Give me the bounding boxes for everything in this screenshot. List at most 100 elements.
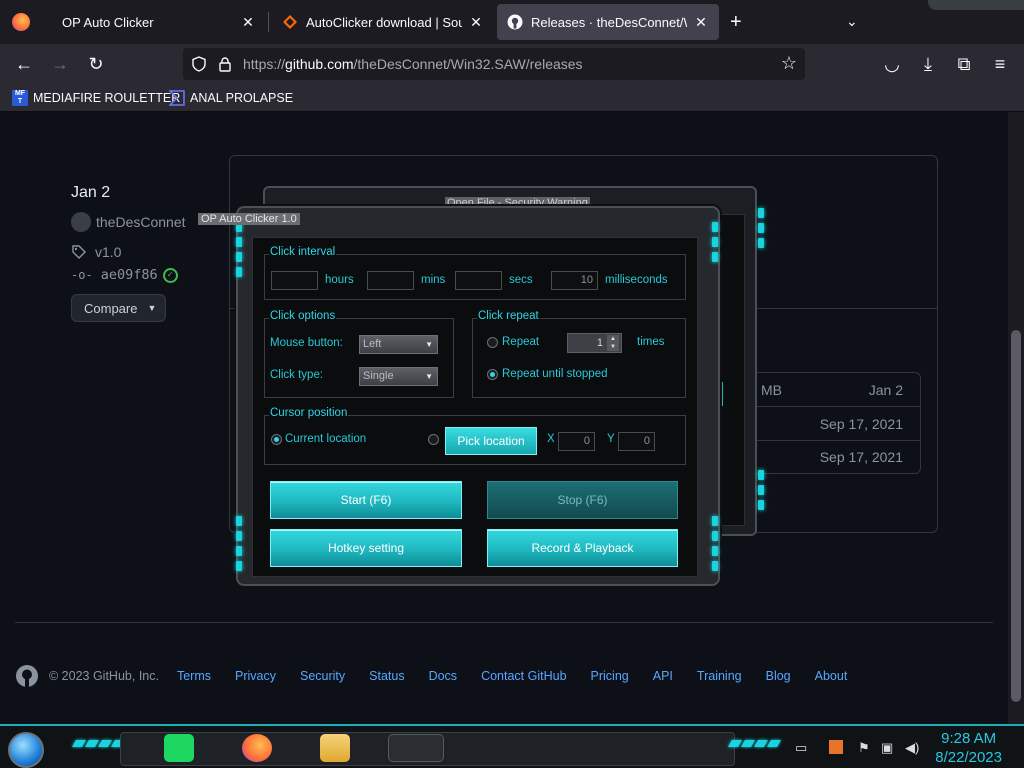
- page-scrollbar[interactable]: [1008, 112, 1024, 724]
- firefox-logo-icon[interactable]: [12, 13, 30, 31]
- file-explorer-icon[interactable]: [320, 734, 350, 762]
- reload-icon[interactable]: ↻: [84, 52, 108, 76]
- footer-link-status[interactable]: Status: [369, 669, 404, 683]
- footer-divider: [15, 622, 993, 623]
- new-tab-icon[interactable]: +: [730, 11, 742, 34]
- asset-date: Sep 17, 2021: [819, 416, 903, 432]
- release-author[interactable]: theDesConnet: [71, 212, 186, 232]
- footer-link-privacy[interactable]: Privacy: [235, 669, 276, 683]
- close-icon[interactable]: ✕: [240, 14, 256, 31]
- led-strip: [71, 740, 126, 747]
- led-strip: [727, 740, 782, 747]
- click-type-value: Single: [363, 370, 394, 382]
- compare-label: Compare: [84, 300, 138, 316]
- repeat-until-stopped-radio[interactable]: [487, 369, 498, 380]
- compare-button[interactable]: Compare ▼: [71, 294, 166, 322]
- start-orb-icon[interactable]: [8, 732, 44, 768]
- mins-input[interactable]: [367, 271, 414, 290]
- hamburger-menu-icon[interactable]: ≡: [988, 52, 1012, 76]
- stop-button[interactable]: Stop (F6): [487, 481, 678, 519]
- led-strip: [236, 516, 242, 571]
- footer-link-terms[interactable]: Terms: [177, 669, 211, 683]
- hours-label: hours: [325, 274, 354, 286]
- github-logo-icon[interactable]: [15, 664, 39, 688]
- footer-link-about[interactable]: About: [815, 669, 848, 683]
- avatar[interactable]: [71, 212, 91, 232]
- footer-copyright: © 2023 GitHub, Inc.: [49, 669, 159, 683]
- pocket-icon[interactable]: ◡: [880, 52, 904, 76]
- forward-arrow-icon[interactable]: →: [48, 52, 72, 76]
- click-type-select[interactable]: Single ▼: [359, 367, 438, 386]
- tab-github-releases[interactable]: Releases · theDesConnet/Win32 ✕: [497, 4, 719, 40]
- author-name[interactable]: theDesConnet: [96, 214, 186, 230]
- asset-date: Sep 17, 2021: [819, 449, 903, 465]
- milliseconds-input[interactable]: 10: [551, 271, 598, 290]
- commit-sha: ae09f86: [100, 267, 158, 283]
- bookmark-mediafire-rouletter[interactable]: MF T MEDIAFIRE ROULETTER: [12, 90, 180, 106]
- led-strip: [758, 470, 764, 510]
- bookmark-label: ANAL PROLAPSE: [190, 91, 294, 105]
- shield-icon[interactable]: [191, 56, 207, 72]
- footer-link-training[interactable]: Training: [697, 669, 742, 683]
- led-strip: [712, 222, 718, 262]
- footer-link-blog[interactable]: Blog: [766, 669, 791, 683]
- sourceforge-icon: [283, 15, 297, 29]
- footer-link-security[interactable]: Security: [300, 669, 345, 683]
- extensions-puzzle-icon[interactable]: ⧉: [952, 52, 976, 76]
- secs-input[interactable]: [455, 271, 502, 290]
- tab-op-auto-clicker[interactable]: OP Auto Clicker ✕: [52, 4, 266, 40]
- url-bar[interactable]: https://github.com/theDesConnet/Win32.SA…: [183, 48, 805, 80]
- x-coordinate-input[interactable]: 0: [558, 432, 595, 451]
- spotify-icon[interactable]: [164, 734, 194, 762]
- window-title: OP Auto Clicker 1.0: [198, 213, 300, 225]
- bookmark-anal-prolapse[interactable]: ANAL PROLAPSE: [169, 90, 293, 106]
- lock-icon[interactable]: [218, 56, 232, 72]
- bookmark-star-icon[interactable]: ☆: [781, 53, 797, 74]
- hotkey-setting-button[interactable]: Hotkey setting: [270, 529, 462, 567]
- times-label: times: [637, 336, 665, 348]
- firefox-icon[interactable]: [242, 734, 272, 762]
- verified-check-icon[interactable]: ✓: [162, 267, 178, 283]
- back-arrow-icon[interactable]: ←: [12, 52, 36, 76]
- footer-link-pricing[interactable]: Pricing: [591, 669, 629, 683]
- url-path: /theDesConnet/Win32.SAW/releases: [353, 56, 583, 72]
- close-icon[interactable]: ✕: [468, 14, 484, 31]
- pick-location-radio[interactable]: [428, 434, 439, 445]
- app-tray-icon[interactable]: [829, 740, 843, 754]
- tab-autoclicker-sourceforge[interactable]: AutoClicker download | SourceF ✕: [272, 4, 494, 40]
- tab-list-chevron-down-icon[interactable]: ⌄: [846, 13, 858, 30]
- asset-size: MB: [761, 382, 782, 398]
- close-icon[interactable]: ✕: [693, 14, 709, 31]
- stepper-up-icon[interactable]: ▲: [607, 335, 619, 343]
- footer-link-api[interactable]: API: [653, 669, 673, 683]
- repeat-radio[interactable]: [487, 337, 498, 348]
- current-location-radio[interactable]: [271, 434, 282, 445]
- release-commit[interactable]: -o- ae09f86 ✓: [71, 267, 178, 283]
- pick-location-button[interactable]: Pick location: [445, 427, 537, 455]
- system-clock[interactable]: 9:28 AM 8/22/2023: [935, 729, 1002, 767]
- footer-link-contact[interactable]: Contact GitHub: [481, 669, 566, 683]
- mouse-button-select[interactable]: Left ▼: [359, 335, 438, 354]
- url-text[interactable]: https://github.com/theDesConnet/Win32.SA…: [243, 56, 583, 72]
- downloads-icon[interactable]: ⤓: [916, 52, 940, 76]
- bookmark-page-icon: [169, 90, 185, 106]
- keyboard-icon[interactable]: ▭: [795, 740, 807, 756]
- scrollbar-thumb[interactable]: [1011, 330, 1021, 702]
- footer-link-docs[interactable]: Docs: [429, 669, 457, 683]
- record-playback-button[interactable]: Record & Playback: [487, 529, 678, 567]
- volume-icon[interactable]: ◀): [905, 740, 919, 756]
- stepper-down-icon[interactable]: ▼: [607, 343, 619, 351]
- release-tag[interactable]: v1.0: [71, 244, 121, 260]
- tag-label: v1.0: [95, 244, 122, 260]
- y-coordinate-input[interactable]: 0: [618, 432, 655, 451]
- tag-icon: [72, 245, 86, 259]
- flag-icon[interactable]: ⚑: [858, 740, 870, 756]
- start-button[interactable]: Start (F6): [270, 481, 462, 519]
- github-icon: [507, 14, 523, 30]
- commit-icon: -o-: [71, 268, 93, 282]
- hours-input[interactable]: [271, 271, 318, 290]
- auto-clicker-task-icon[interactable]: [388, 734, 444, 762]
- bookmarks-toolbar: MF T MEDIAFIRE ROULETTER ANAL PROLAPSE: [0, 84, 1024, 112]
- network-icon[interactable]: ▣: [881, 740, 893, 756]
- repeat-count-stepper[interactable]: 1 ▲ ▼: [567, 333, 622, 353]
